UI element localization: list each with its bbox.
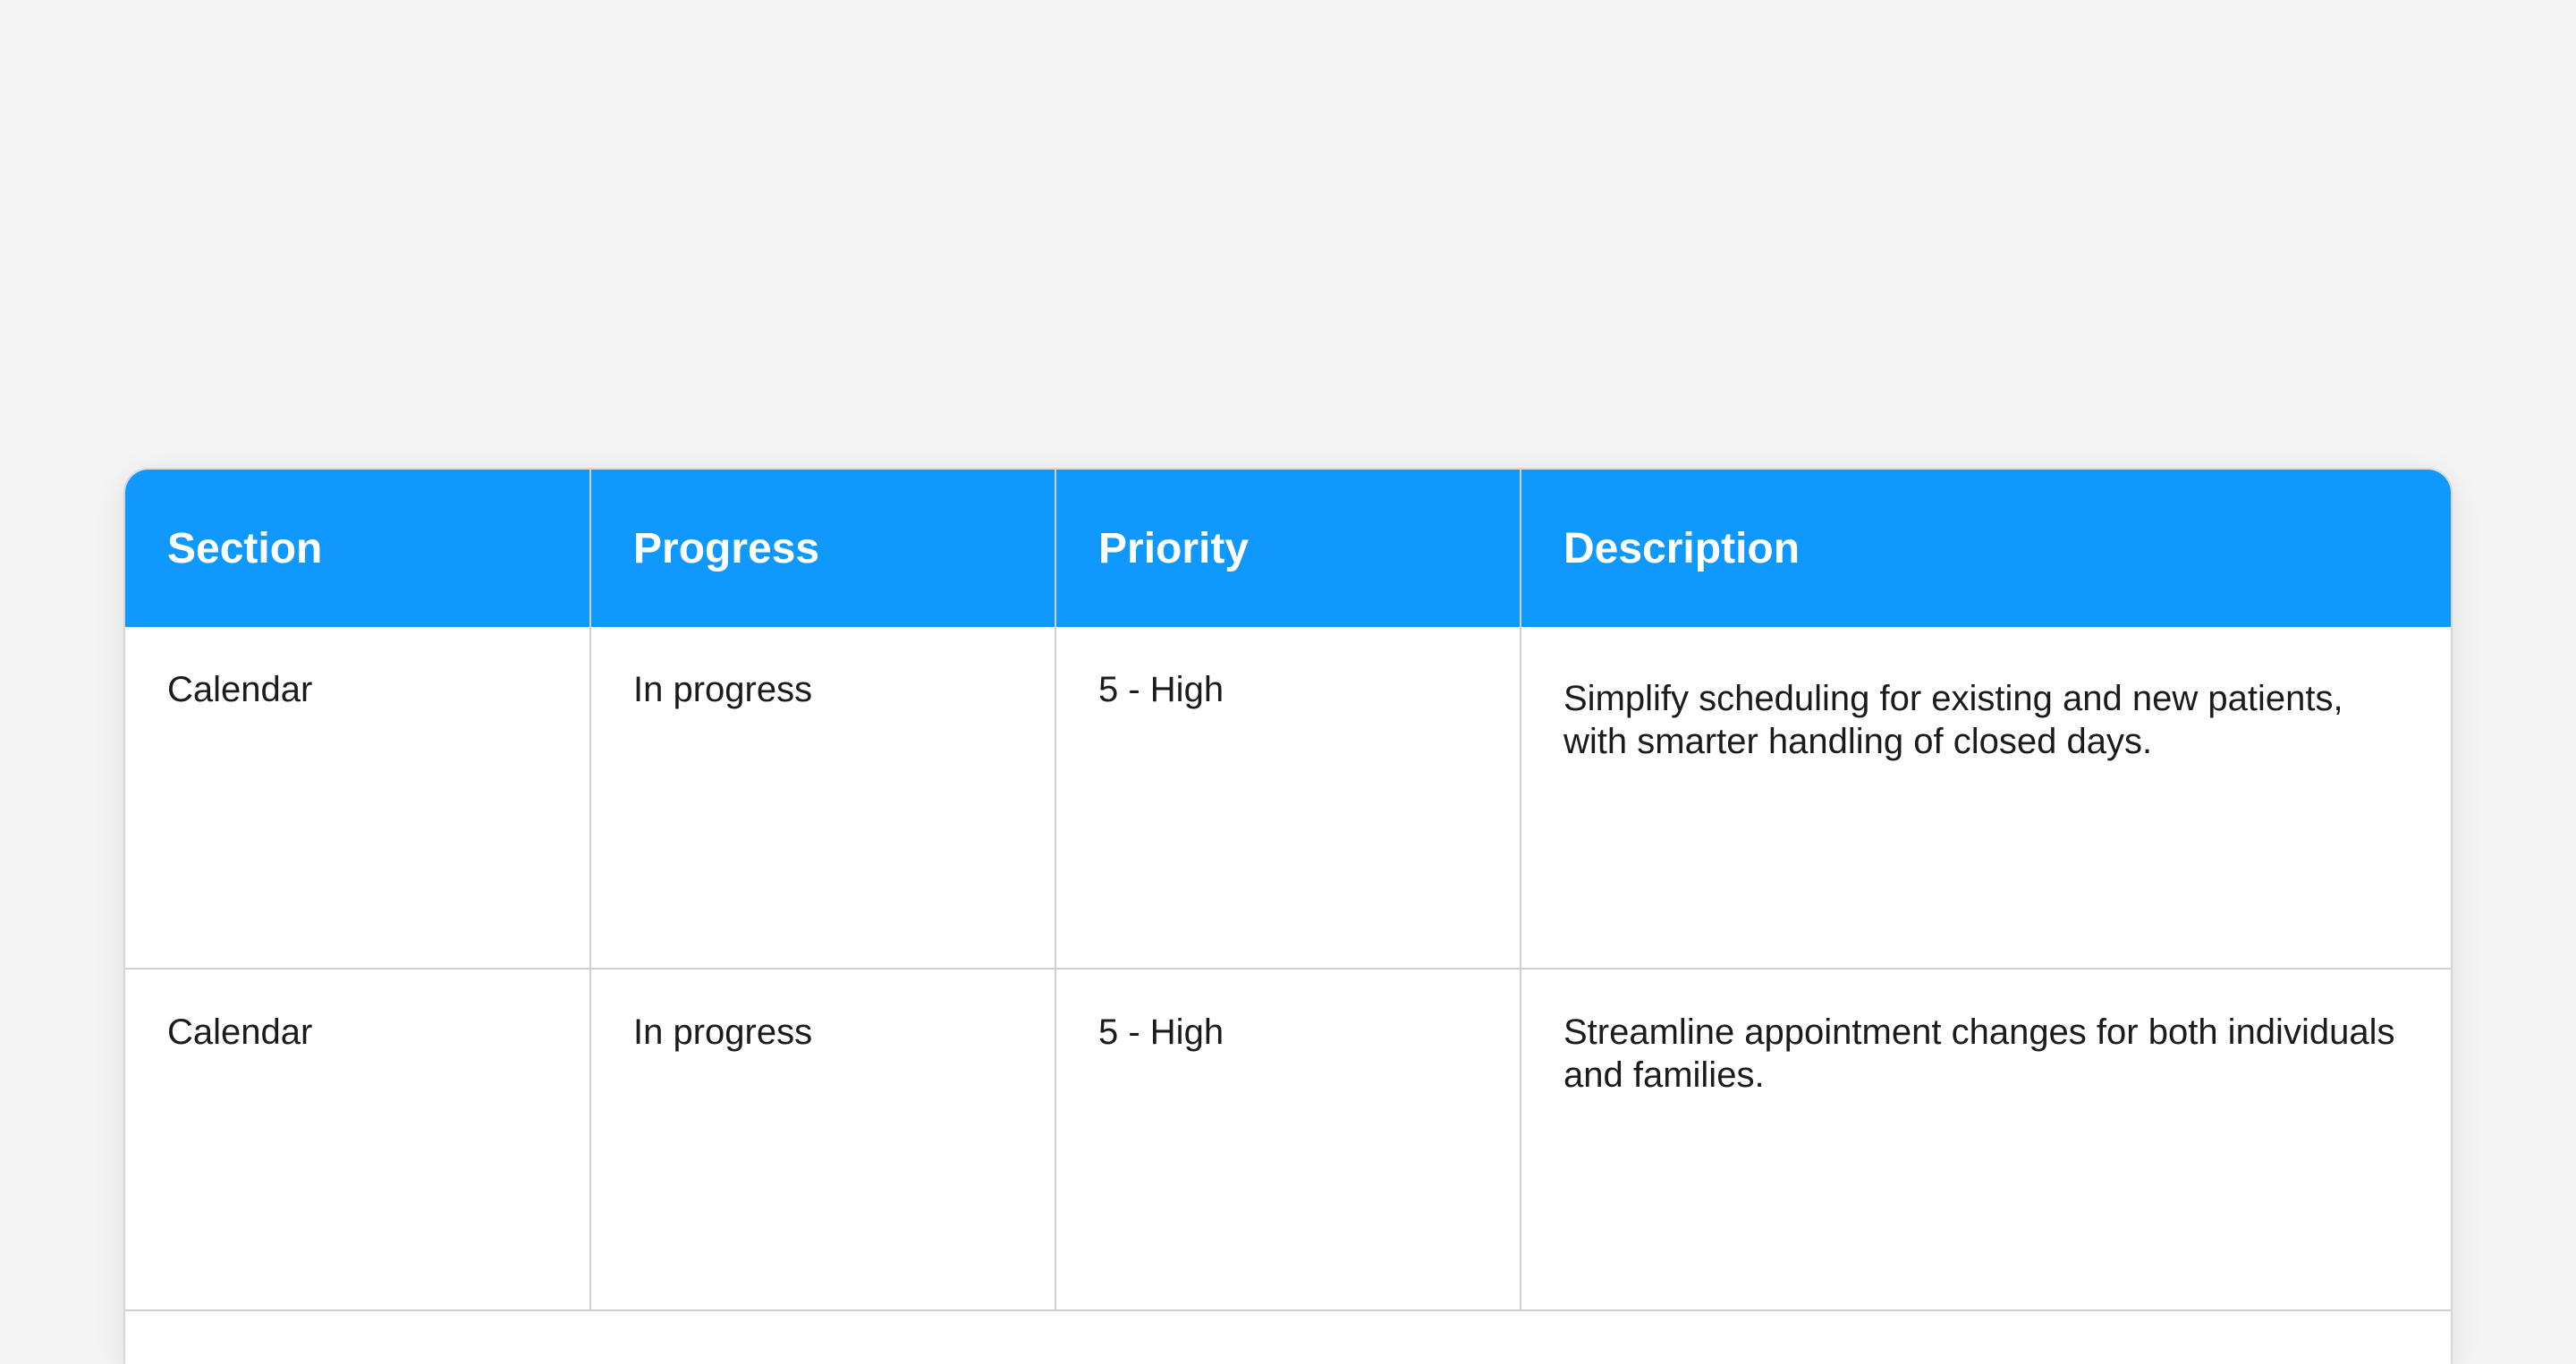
column-header-progress[interactable]: Progress: [590, 470, 1056, 627]
cell-description[interactable]: Streamline appointment changes for both …: [1521, 969, 2451, 1310]
cell-section[interactable]: Calendar: [125, 969, 591, 1310]
cell-description[interactable]: Simplify scheduling for existing and new…: [1521, 627, 2451, 969]
table-header-row: Section Progress Priority Description: [125, 470, 2451, 627]
cell-progress[interactable]: In progress: [590, 969, 1056, 1310]
table-header: Section Progress Priority Description: [125, 470, 2451, 627]
table-body: Calendar In progress 5 - High Simplify s…: [125, 627, 2451, 1310]
data-table: Section Progress Priority Description Ca…: [125, 470, 2451, 1311]
table-row[interactable]: Calendar In progress 5 - High Streamline…: [125, 969, 2451, 1310]
cell-priority[interactable]: 5 - High: [1055, 627, 1521, 969]
column-header-description[interactable]: Description: [1521, 470, 2451, 627]
column-header-section[interactable]: Section: [125, 470, 591, 627]
table-row[interactable]: Calendar In progress 5 - High Simplify s…: [125, 627, 2451, 969]
column-header-priority[interactable]: Priority: [1055, 470, 1521, 627]
cell-priority[interactable]: 5 - High: [1055, 969, 1521, 1310]
data-table-card: Section Progress Priority Description Ca…: [125, 470, 2451, 1364]
cell-progress[interactable]: In progress: [590, 627, 1056, 969]
cell-section[interactable]: Calendar: [125, 627, 591, 969]
